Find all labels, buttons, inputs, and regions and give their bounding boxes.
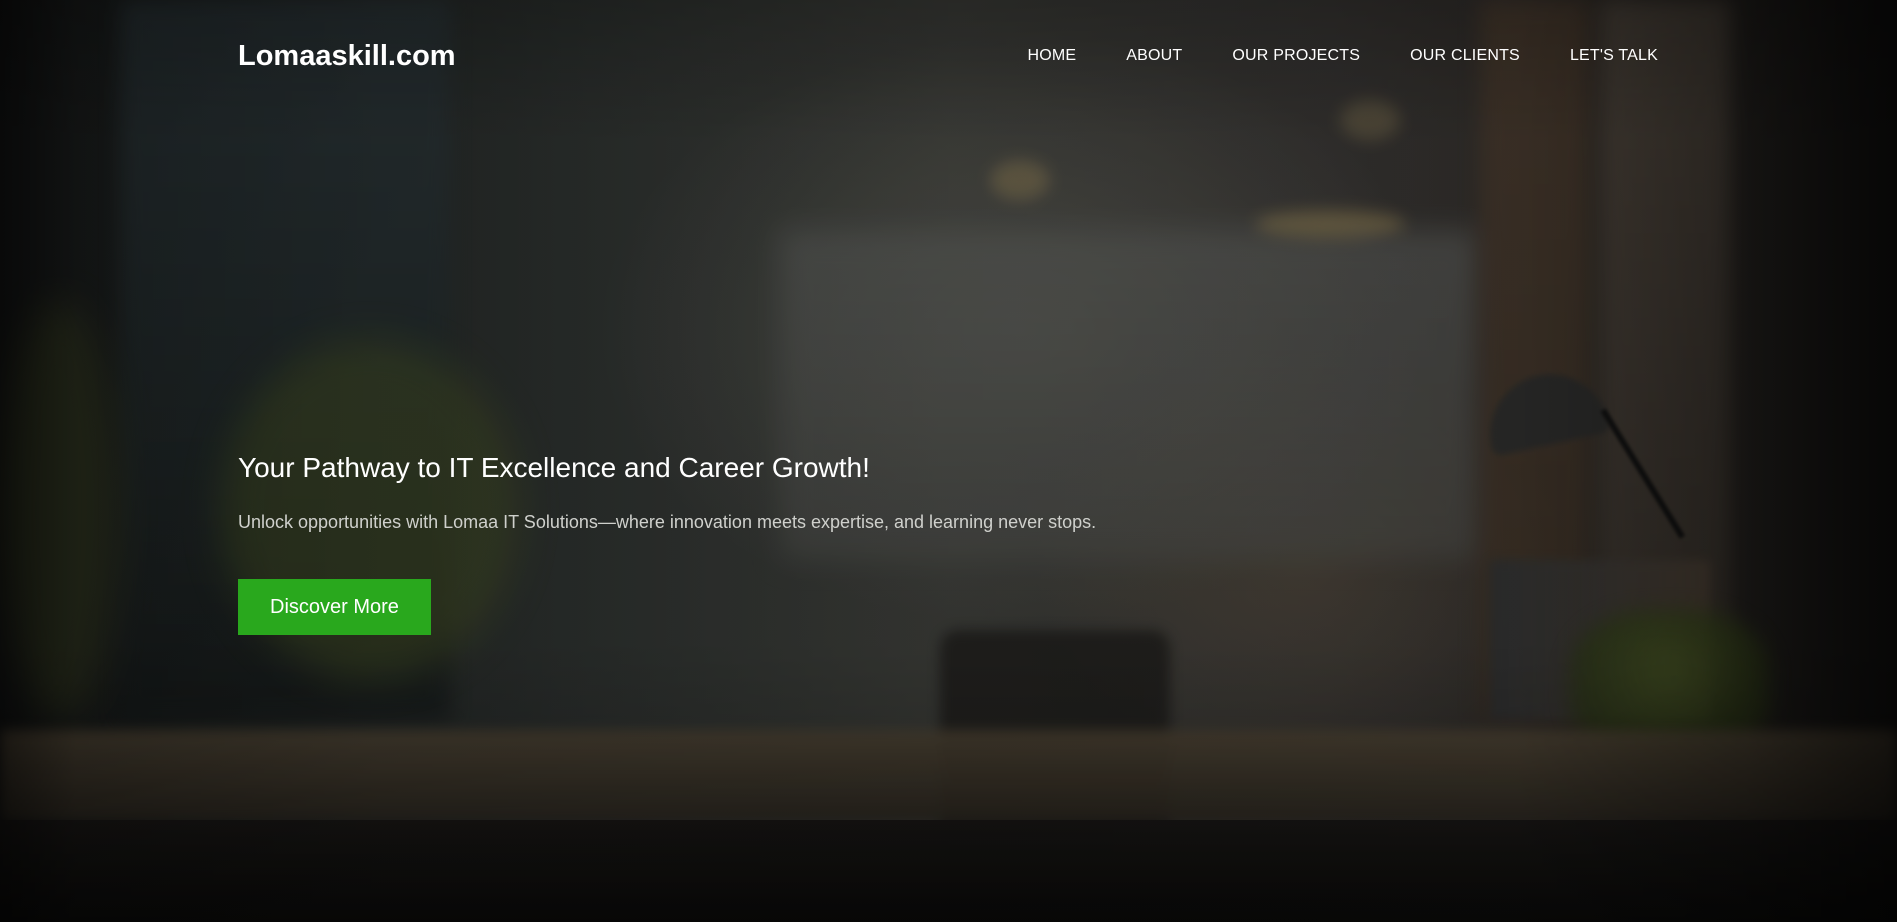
discover-more-button[interactable]: Discover More (238, 579, 431, 635)
hero-headline: Your Pathway to IT Excellence and Career… (238, 452, 870, 483)
brand-logo-link[interactable]: Lomaaskill.com (238, 40, 456, 73)
nav-link-home[interactable]: HOME (1027, 47, 1076, 65)
hero-content: Your Pathway to IT Excellence and Career… (238, 450, 1168, 635)
nav-link-our-clients[interactable]: OUR CLIENTS (1410, 47, 1520, 65)
hero-section: Lomaaskill.com HOME ABOUT OUR PROJECTS O… (0, 0, 1897, 922)
nav-link-about[interactable]: ABOUT (1126, 47, 1182, 65)
top-navigation-bar: Lomaaskill.com HOME ABOUT OUR PROJECTS O… (238, 36, 1658, 76)
nav-link-our-projects[interactable]: OUR PROJECTS (1232, 47, 1360, 65)
nav-link-lets-talk[interactable]: LET'S TALK (1570, 47, 1658, 65)
main-nav: HOME ABOUT OUR PROJECTS OUR CLIENTS LET'… (977, 47, 1658, 65)
hero-subtext: Unlock opportunities with Lomaa IT Solut… (238, 512, 1097, 532)
